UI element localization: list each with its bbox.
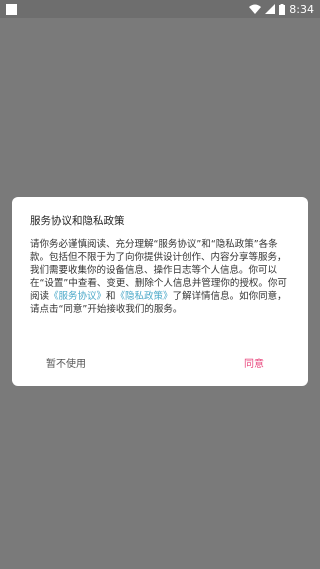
agree-button[interactable]: 同意 [160, 352, 308, 372]
privacy-dialog: 服务协议和隐私政策 请你务必谨慎阅读、充分理解“服务协议”和“隐私政策”各条款。… [12, 197, 308, 386]
status-bar: 8:34 [0, 0, 320, 18]
terms-link[interactable]: 《服务协议》 [49, 291, 106, 302]
wifi-icon [249, 4, 262, 14]
dialog-body-conjunction: 和 [106, 291, 116, 302]
dialog-actions: 暂不使用 同意 [12, 352, 308, 372]
dialog-title: 服务协议和隐私政策 [30, 215, 125, 227]
signal-icon [265, 4, 276, 14]
privacy-link[interactable]: 《隐私政策》 [116, 291, 173, 302]
square-icon [6, 3, 17, 15]
status-left [6, 3, 17, 15]
status-time: 8:34 [289, 2, 314, 16]
dialog-body: 请你务必谨慎阅读、充分理解“服务协议”和“隐私政策”各条款。包括但不限于为了向你… [30, 238, 295, 316]
battery-icon [279, 3, 286, 15]
decline-button[interactable]: 暂不使用 [12, 352, 160, 372]
status-right: 8:34 [249, 3, 314, 16]
